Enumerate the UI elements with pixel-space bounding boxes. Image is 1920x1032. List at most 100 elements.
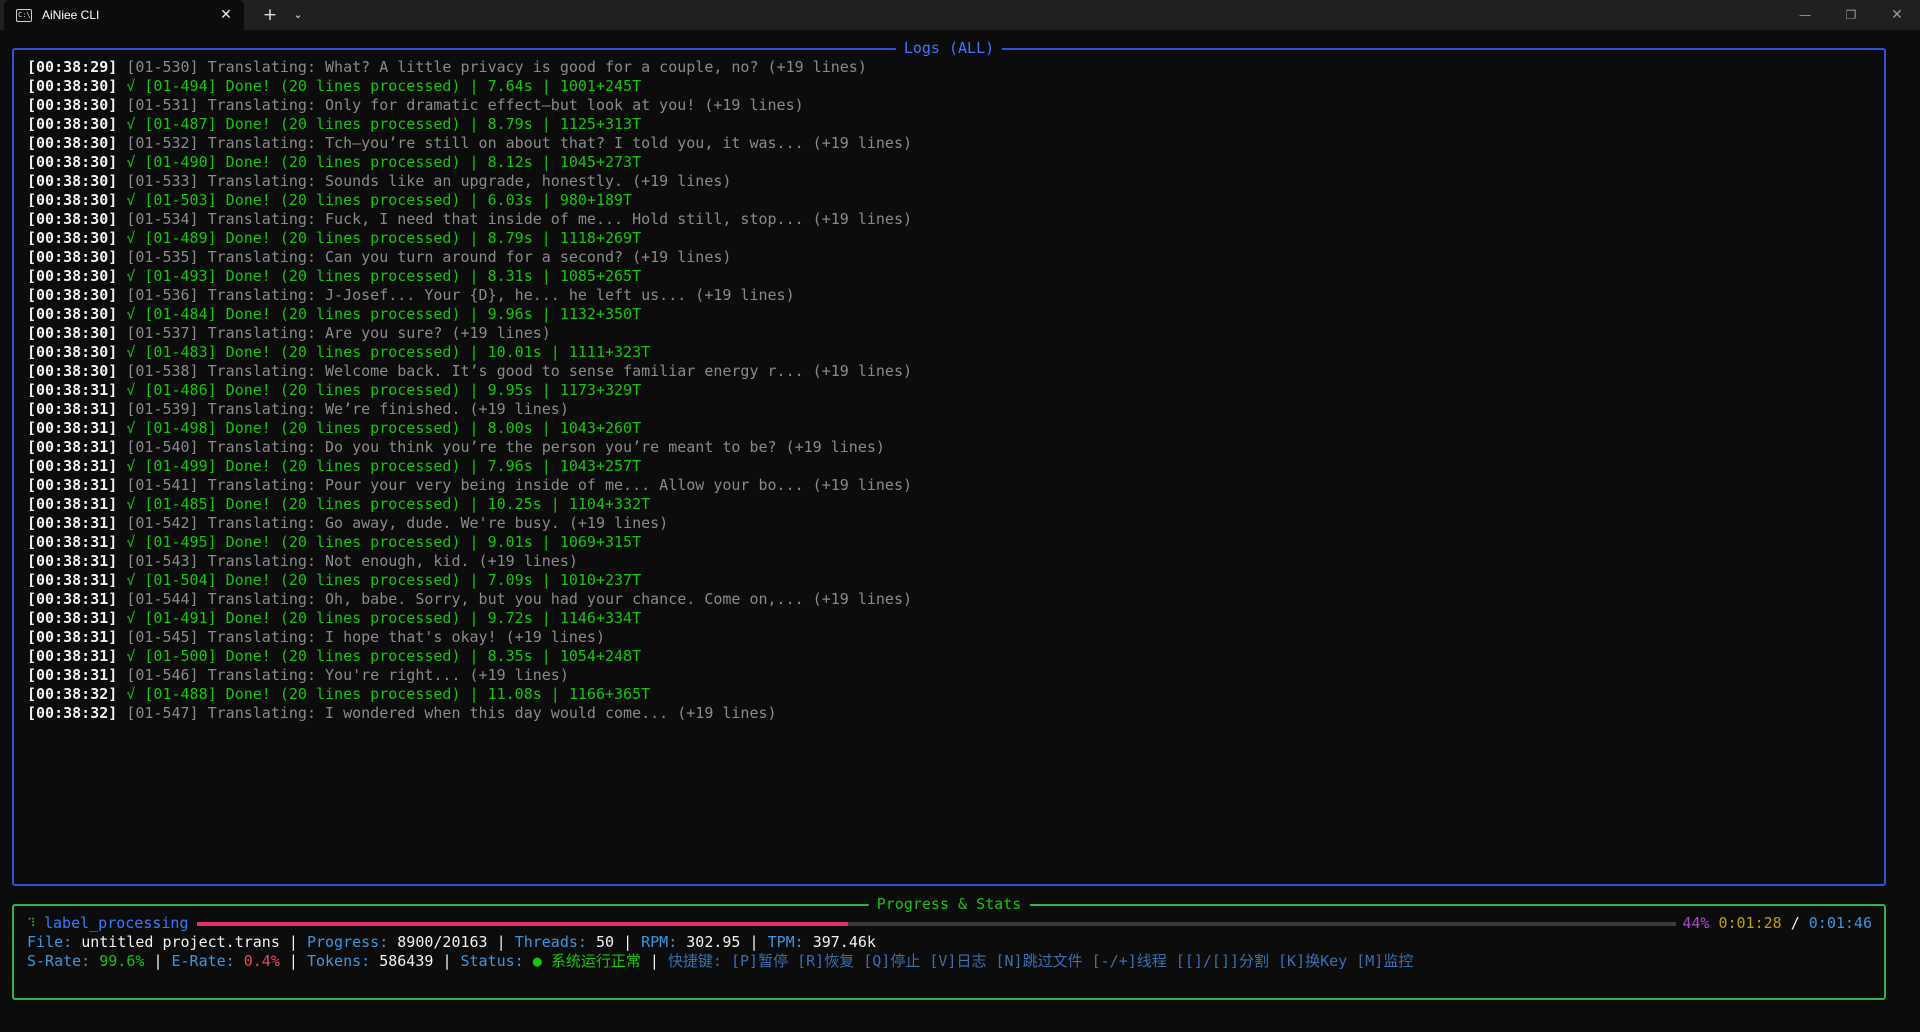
log-message-done: √ [01-494] Done! (20 lines processed) | … [126,77,642,95]
minimize-button[interactable]: — [1782,0,1828,30]
stats-row-primary: File: untitled project.trans | Progress:… [27,933,876,952]
srate-label: S-Rate: [27,952,91,970]
log-message-translating: [01-547] Translating: I wondered when th… [126,704,777,722]
status-value: 系统运行正常 [550,952,641,970]
log-message-translating: [01-536] Translating: J-Josef... Your {D… [126,286,795,304]
logs-panel-title: Logs (ALL) [895,39,1003,57]
log-timestamp: [00:38:32] [27,704,118,722]
log-timestamp: [00:38:30] [27,324,118,342]
log-timestamp: [00:38:30] [27,96,118,114]
log-timestamp: [00:38:30] [27,248,118,266]
progress-value: 8900/20163 [397,933,488,951]
log-message-translating: [01-535] Translating: Can you turn aroun… [126,248,732,266]
progress-label: Progress: [306,933,389,951]
log-line: [00:38:31] [01-546] Translating: You're … [27,666,912,685]
log-timestamp: [00:38:31] [27,533,118,551]
log-message-done: √ [01-503] Done! (20 lines processed) | … [126,191,633,209]
log-line: [00:38:30] [01-532] Translating: Tch—you… [27,134,912,153]
log-message-translating: [01-530] Translating: What? A little pri… [126,58,867,76]
log-timestamp: [00:38:30] [27,172,118,190]
divider: | [496,933,506,951]
log-message-done: √ [01-484] Done! (20 lines processed) | … [126,305,642,323]
log-line: [00:38:30] [01-534] Translating: Fuck, I… [27,210,912,229]
shortcut-hints: 快捷键: [P]暂停 [R]恢复 [Q]停止 [V]日志 [N]跳过文件 [-/… [667,952,1414,970]
tpm-label: TPM: [767,933,804,951]
log-line: [00:38:30] [01-535] Translating: Can you… [27,248,912,267]
log-line: [00:38:31] [01-540] Translating: Do you … [27,438,912,457]
progress-bar [197,922,1676,926]
log-timestamp: [00:38:31] [27,400,118,418]
log-timestamp: [00:38:31] [27,381,118,399]
log-message-done: √ [01-489] Done! (20 lines processed) | … [126,229,642,247]
erate-label: E-Rate: [171,952,235,970]
log-timestamp: [00:38:30] [27,153,118,171]
stats-panel-title: Progress & Stats [868,895,1030,913]
log-timestamp: [00:38:30] [27,267,118,285]
tab-ainiee-cli[interactable]: C:\_ AiNiee CLI ✕ [4,0,244,30]
log-timestamp: [00:38:31] [27,476,118,494]
log-message-translating: [01-532] Translating: Tch—you’re still o… [126,134,913,152]
remaining-time: 0:01:46 [1808,914,1872,932]
log-message-done: √ [01-491] Done! (20 lines processed) | … [126,609,642,627]
log-line: [00:38:31] [01-545] Translating: I hope … [27,628,912,647]
rpm-value: 302.95 [686,933,741,951]
stats-row-secondary: S-Rate: 99.6% | E-Rate: 0.4% | Tokens: 5… [27,952,1413,971]
erate-value: 0.4% [243,952,280,970]
log-message-done: √ [01-504] Done! (20 lines processed) | … [126,571,642,589]
threads-value: 50 [595,933,615,951]
log-message-translating: [01-541] Translating: Pour your very bei… [126,476,913,494]
title-bar: C:\_ AiNiee CLI ✕ + ⌄ — ❐ ✕ [0,0,1920,30]
logs-panel[interactable]: Logs (ALL) [00:38:29] [01-530] Translati… [12,39,1886,886]
log-line: [00:38:30] √ [01-490] Done! (20 lines pr… [27,153,912,172]
rpm-label: RPM: [641,933,678,951]
log-message-translating: [01-531] Translating: Only for dramatic … [126,96,804,114]
terminal-icon: C:\_ [16,8,32,22]
log-line: [00:38:30] [01-531] Translating: Only fo… [27,96,912,115]
log-message-translating: [01-539] Translating: We’re finished. (+… [126,400,569,418]
new-tab-button[interactable]: + [260,5,280,25]
log-timestamp: [00:38:30] [27,210,118,228]
close-window-button[interactable]: ✕ [1874,0,1920,30]
divider: | [442,952,452,970]
log-timestamp: [00:38:30] [27,305,118,323]
log-line: [00:38:30] √ [01-494] Done! (20 lines pr… [27,77,912,96]
log-line: [00:38:31] [01-539] Translating: We’re f… [27,400,912,419]
log-timestamp: [00:38:31] [27,609,118,627]
log-line: [00:38:30] √ [01-493] Done! (20 lines pr… [27,267,912,286]
log-timestamp: [00:38:30] [27,77,118,95]
log-list[interactable]: [00:38:29] [01-530] Translating: What? A… [27,58,912,723]
log-line: [00:38:31] [01-541] Translating: Pour yo… [27,476,912,495]
chevron-down-icon[interactable]: ⌄ [289,5,307,25]
log-line: [00:38:31] √ [01-486] Done! (20 lines pr… [27,381,912,400]
log-timestamp: [00:38:30] [27,286,118,304]
log-message-done: √ [01-490] Done! (20 lines processed) | … [126,153,642,171]
threads-label: Threads: [514,933,587,951]
divider: | [749,933,759,951]
log-timestamp: [00:38:29] [27,58,118,76]
log-line: [00:38:30] [01-536] Translating: J-Josef… [27,286,912,305]
log-message-translating: [01-545] Translating: I hope that's okay… [126,628,605,646]
status-dot-icon: ● [532,952,542,970]
log-timestamp: [00:38:31] [27,571,118,589]
log-message-translating: [01-542] Translating: Go away, dude. We'… [126,514,669,532]
log-line: [00:38:31] √ [01-495] Done! (20 lines pr… [27,533,912,552]
progress-stats-panel: Progress & Stats ⠹ label_processing 44% … [12,895,1886,1000]
log-message-done: √ [01-486] Done! (20 lines processed) | … [126,381,642,399]
divider: | [288,952,298,970]
log-message-translating: [01-543] Translating: Not enough, kid. (… [126,552,578,570]
log-timestamp: [00:38:30] [27,362,118,380]
maximize-button[interactable]: ❐ [1828,0,1874,30]
log-line: [00:38:30] √ [01-484] Done! (20 lines pr… [27,305,912,324]
log-timestamp: [00:38:31] [27,628,118,646]
log-line: [00:38:31] √ [01-491] Done! (20 lines pr… [27,609,912,628]
close-tab-icon[interactable]: ✕ [218,7,234,23]
log-line: [00:38:29] [01-530] Translating: What? A… [27,58,912,77]
file-value: untitled project.trans [81,933,280,951]
log-timestamp: [00:38:31] [27,457,118,475]
log-message-done: √ [01-499] Done! (20 lines processed) | … [126,457,642,475]
log-timestamp: [00:38:30] [27,229,118,247]
log-message-done: √ [01-498] Done! (20 lines processed) | … [126,419,642,437]
log-message-done: √ [01-500] Done! (20 lines processed) | … [126,647,642,665]
log-timestamp: [00:38:30] [27,115,118,133]
log-line: [00:38:31] [01-543] Translating: Not eno… [27,552,912,571]
